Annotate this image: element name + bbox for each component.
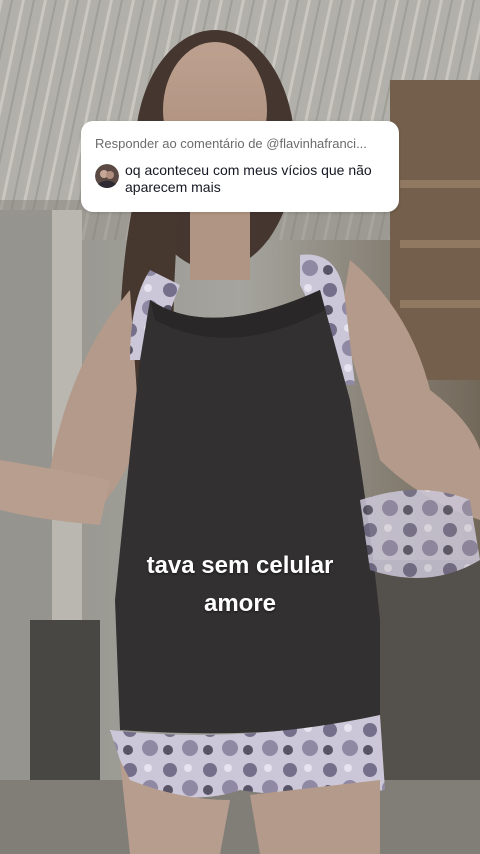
reply-body: oq aconteceu com meus vícios que não apa… (95, 162, 385, 196)
user-avatar-icon[interactable] (95, 164, 119, 188)
reply-comment-text: oq aconteceu com meus vícios que não apa… (125, 162, 372, 195)
video-caption: tava sem celular amore (0, 547, 480, 623)
caption-line-1: tava sem celular (146, 552, 334, 579)
reply-header: Responder ao comentário de @flavinhafran… (95, 136, 367, 151)
reply-comment-card[interactable]: Responder ao comentário de @flavinhafran… (81, 121, 399, 212)
caption-line-2: amore (203, 590, 277, 617)
